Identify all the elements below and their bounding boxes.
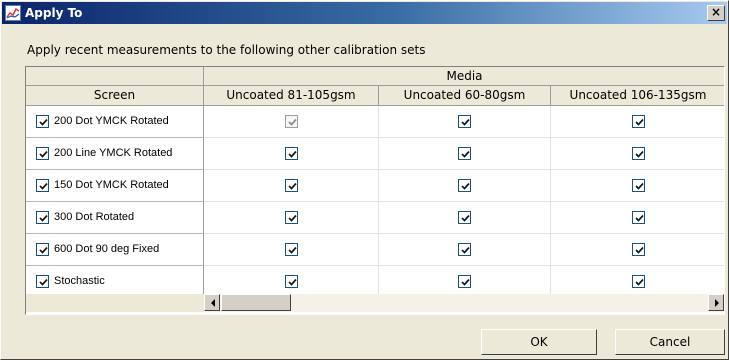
column-header-media-3[interactable]: Uncoated 106-135gsm [551, 86, 724, 106]
screen-label: 600 Dot 90 deg Fixed [54, 243, 160, 255]
screen-checkbox[interactable] [36, 115, 49, 128]
screen-checkbox[interactable] [36, 243, 49, 256]
column-header-media-2[interactable]: Uncoated 60-80gsm [379, 86, 551, 106]
column-header-media-1[interactable]: Uncoated 81-105gsm [204, 86, 379, 106]
check-icon [39, 214, 48, 222]
media-checkbox[interactable] [285, 179, 298, 192]
media-checkbox[interactable] [458, 243, 471, 256]
media-checkbox[interactable] [285, 243, 298, 256]
media-checkbox[interactable] [458, 179, 471, 192]
check-icon [288, 182, 297, 190]
media-checkbox[interactable] [285, 275, 298, 288]
check-icon [461, 278, 470, 286]
media-checkbox[interactable] [458, 147, 471, 160]
screen-checkbox[interactable] [36, 211, 49, 224]
screen-label: 200 Line YMCK Rotated [54, 147, 173, 159]
media-cell [379, 234, 551, 266]
check-icon [39, 150, 48, 158]
scroll-thumb[interactable] [221, 294, 291, 311]
calibration-grid: Media Screen Uncoated 81-105gsm Uncoated… [25, 66, 725, 315]
media-checkbox[interactable] [632, 275, 645, 288]
grid-footer-spacer [26, 294, 204, 312]
media-checkbox[interactable] [458, 211, 471, 224]
arrow-right-icon [715, 299, 719, 307]
close-icon: × [710, 5, 722, 19]
media-cell [204, 138, 379, 170]
check-icon [461, 214, 470, 222]
media-cell [204, 234, 379, 266]
screen-label: Stochastic [54, 275, 105, 287]
horizontal-scrollbar[interactable] [204, 294, 724, 312]
media-checkbox[interactable] [632, 115, 645, 128]
media-cell [551, 234, 724, 266]
apply-to-dialog: Apply To × Apply recent measurements to … [0, 0, 729, 360]
check-icon [288, 214, 297, 222]
check-icon [288, 246, 297, 254]
check-icon [461, 246, 470, 254]
media-group-header: Media [204, 67, 724, 86]
screen-row: 300 Dot Rotated [26, 202, 204, 234]
check-icon [635, 182, 644, 190]
screen-checkbox[interactable] [36, 147, 49, 160]
media-cell [204, 106, 379, 138]
media-cell [204, 202, 379, 234]
check-icon [635, 278, 644, 286]
check-icon [461, 118, 470, 126]
app-icon [5, 5, 21, 21]
media-checkbox[interactable] [632, 147, 645, 160]
screen-row: 200 Line YMCK Rotated [26, 138, 204, 170]
media-cell [551, 170, 724, 202]
screen-column-header[interactable]: Screen [26, 86, 204, 106]
title-bar[interactable]: Apply To × [2, 2, 727, 24]
media-checkbox [285, 115, 298, 128]
media-checkbox[interactable] [458, 275, 471, 288]
instruction-text: Apply recent measurements to the followi… [27, 43, 426, 57]
check-icon [288, 150, 297, 158]
header-corner [26, 67, 204, 86]
check-icon [39, 182, 48, 190]
screen-row: 150 Dot YMCK Rotated [26, 170, 204, 202]
scroll-right-button[interactable] [708, 294, 724, 311]
check-icon [461, 150, 470, 158]
media-cell [551, 106, 724, 138]
check-icon [635, 246, 644, 254]
media-cell [379, 202, 551, 234]
media-checkbox[interactable] [632, 179, 645, 192]
screen-label: 300 Dot Rotated [54, 211, 135, 223]
window-title: Apply To [25, 6, 83, 20]
media-checkbox[interactable] [632, 243, 645, 256]
screen-row: 600 Dot 90 deg Fixed [26, 234, 204, 266]
screen-label: 200 Dot YMCK Rotated [54, 115, 169, 127]
media-checkbox[interactable] [632, 211, 645, 224]
screen-row: 200 Dot YMCK Rotated [26, 106, 204, 138]
media-cell [379, 138, 551, 170]
media-checkbox[interactable] [285, 211, 298, 224]
screen-checkbox[interactable] [36, 179, 49, 192]
close-button[interactable]: × [707, 5, 725, 21]
check-icon [288, 118, 297, 126]
check-icon [635, 150, 644, 158]
media-cell [551, 138, 724, 170]
check-icon [635, 214, 644, 222]
screen-checkbox[interactable] [36, 275, 49, 288]
media-checkbox[interactable] [458, 115, 471, 128]
ok-button[interactable]: OK [481, 329, 597, 355]
scroll-left-button[interactable] [204, 294, 220, 311]
arrow-left-icon [211, 299, 215, 307]
media-cell [379, 106, 551, 138]
check-icon [39, 118, 48, 126]
media-cell [379, 170, 551, 202]
media-checkbox[interactable] [285, 147, 298, 160]
check-icon [39, 246, 48, 254]
screen-label: 150 Dot YMCK Rotated [54, 179, 169, 191]
check-icon [461, 182, 470, 190]
media-cell [551, 202, 724, 234]
check-icon [288, 278, 297, 286]
check-icon [39, 278, 48, 286]
check-icon [635, 118, 644, 126]
media-cell [204, 170, 379, 202]
cancel-button[interactable]: Cancel [615, 329, 725, 355]
